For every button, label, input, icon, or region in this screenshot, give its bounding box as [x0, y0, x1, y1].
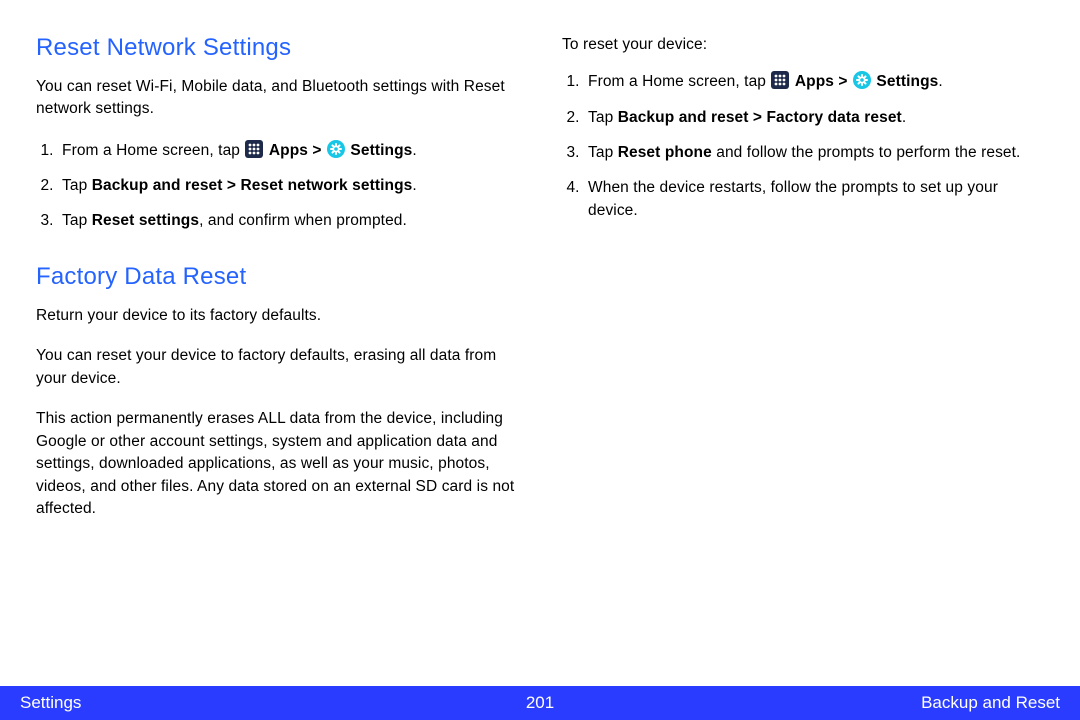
apps-label: Apps > [269, 142, 326, 159]
step-text: From a Home screen, tap [588, 73, 770, 90]
intro-reset-network: You can reset Wi-Fi, Mobile data, and Bl… [36, 76, 518, 121]
bold-label: Reset phone [618, 144, 712, 161]
right-column: To reset your device: From a Home screen… [562, 34, 1044, 538]
settings-label: Settings [876, 73, 938, 90]
settings-icon [327, 140, 345, 158]
step-item: From a Home screen, tap Apps > Settings. [58, 139, 518, 162]
footer-page-number: 201 [526, 693, 554, 713]
apps-icon [245, 140, 263, 158]
step-text: Tap [62, 212, 92, 229]
step-text: , and confirm when prompted. [199, 212, 407, 229]
apps-icon [771, 71, 789, 89]
footer-left: Settings [20, 693, 81, 713]
step-text: . [938, 73, 942, 90]
steps-reset-network: From a Home screen, tap Apps > Settings.… [36, 139, 518, 233]
para-factory-detail-1: You can reset your device to factory def… [36, 345, 518, 390]
settings-label: Settings [350, 142, 412, 159]
manual-page: Reset Network Settings You can reset Wi-… [0, 0, 1080, 720]
page-footer: Settings 201 Backup and Reset [0, 686, 1080, 720]
step-item: From a Home screen, tap Apps > Settings. [584, 70, 1044, 93]
step-item: When the device restarts, follow the pro… [584, 176, 1044, 223]
step-text: Tap [588, 109, 618, 126]
step-text: From a Home screen, tap [62, 142, 244, 159]
left-column: Reset Network Settings You can reset Wi-… [36, 34, 518, 538]
settings-icon [853, 71, 871, 89]
para-factory-detail-2: This action permanently erases ALL data … [36, 408, 518, 520]
step-item: Tap Backup and reset > Reset network set… [58, 174, 518, 197]
steps-reset-device: From a Home screen, tap Apps > Settings.… [562, 70, 1044, 222]
step-item: Tap Backup and reset > Factory data rese… [584, 106, 1044, 129]
apps-label: Apps > [795, 73, 852, 90]
heading-reset-network-settings: Reset Network Settings [36, 34, 518, 62]
bold-path: Backup and reset > Factory data reset [618, 109, 902, 126]
step-text: and follow the prompts to perform the re… [712, 144, 1021, 161]
step-text: . [412, 177, 416, 194]
step-item: Tap Reset phone and follow the prompts t… [584, 141, 1044, 164]
content-columns: Reset Network Settings You can reset Wi-… [0, 0, 1080, 538]
step-text: . [902, 109, 906, 126]
step-text: Tap [62, 177, 92, 194]
step-item: Tap Reset settings, and confirm when pro… [58, 209, 518, 232]
footer-right: Backup and Reset [921, 693, 1060, 713]
bold-path: Backup and reset > Reset network setting… [92, 177, 413, 194]
step-text: . [412, 142, 416, 159]
intro-reset-device: To reset your device: [562, 34, 1044, 56]
step-text: When the device restarts, follow the pro… [588, 179, 998, 219]
para-factory-intro: Return your device to its factory defaul… [36, 305, 518, 327]
bold-label: Reset settings [92, 212, 199, 229]
heading-factory-data-reset: Factory Data Reset [36, 263, 518, 291]
step-text: Tap [588, 144, 618, 161]
